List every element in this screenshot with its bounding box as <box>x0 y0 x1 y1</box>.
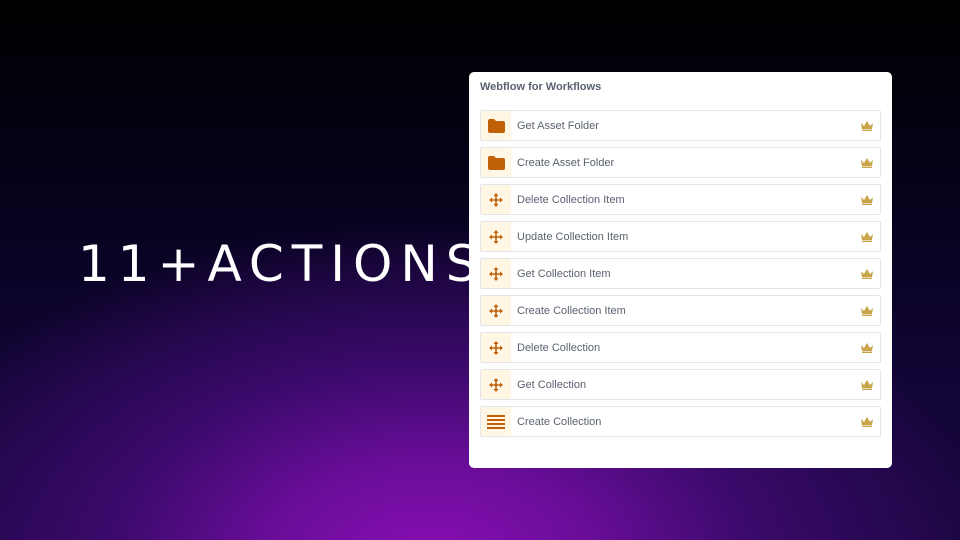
actions-list: Get Asset Folder Create Asset Folder Del… <box>480 110 881 437</box>
action-item-get-asset-folder[interactable]: Get Asset Folder <box>480 110 881 141</box>
action-label: Get Collection <box>517 378 587 391</box>
crown-icon <box>854 268 880 279</box>
action-label: Get Collection Item <box>517 267 611 280</box>
folder-icon <box>481 111 511 140</box>
action-label: Create Asset Folder <box>517 156 615 169</box>
action-label: Create Collection <box>517 415 602 428</box>
crown-icon <box>854 157 880 168</box>
action-item-delete-collection-item[interactable]: Delete Collection Item <box>480 184 881 215</box>
action-item-delete-collection[interactable]: Delete Collection <box>480 332 881 363</box>
action-item-get-collection-item[interactable]: Get Collection Item <box>480 258 881 289</box>
move-arrows-icon <box>481 296 511 325</box>
crown-icon <box>854 416 880 427</box>
list-lines-icon <box>481 407 511 436</box>
action-label: Delete Collection <box>517 341 601 354</box>
action-item-get-collection[interactable]: Get Collection <box>480 369 881 400</box>
action-item-create-collection-item[interactable]: Create Collection Item <box>480 295 881 326</box>
folder-icon <box>481 148 511 177</box>
action-item-update-collection-item[interactable]: Update Collection Item <box>480 221 881 252</box>
crown-icon <box>854 379 880 390</box>
action-label: Get Asset Folder <box>517 119 599 132</box>
move-arrows-icon <box>481 222 511 251</box>
action-item-create-asset-folder[interactable]: Create Asset Folder <box>480 147 881 178</box>
workflow-actions-panel: Webflow for Workflows Get Asset Folder C… <box>469 72 892 468</box>
action-label: Create Collection Item <box>517 304 626 317</box>
action-label: Update Collection Item <box>517 230 629 243</box>
crown-icon <box>854 305 880 316</box>
move-arrows-icon <box>481 333 511 362</box>
crown-icon <box>854 231 880 242</box>
headline-title: 11+ACTIONS <box>78 235 486 293</box>
move-arrows-icon <box>481 259 511 288</box>
action-item-create-collection[interactable]: Create Collection <box>480 406 881 437</box>
move-arrows-icon <box>481 370 511 399</box>
move-arrows-icon <box>481 185 511 214</box>
panel-title: Webflow for Workflows <box>480 81 602 93</box>
crown-icon <box>854 120 880 131</box>
crown-icon <box>854 194 880 205</box>
action-label: Delete Collection Item <box>517 193 625 206</box>
crown-icon <box>854 342 880 353</box>
